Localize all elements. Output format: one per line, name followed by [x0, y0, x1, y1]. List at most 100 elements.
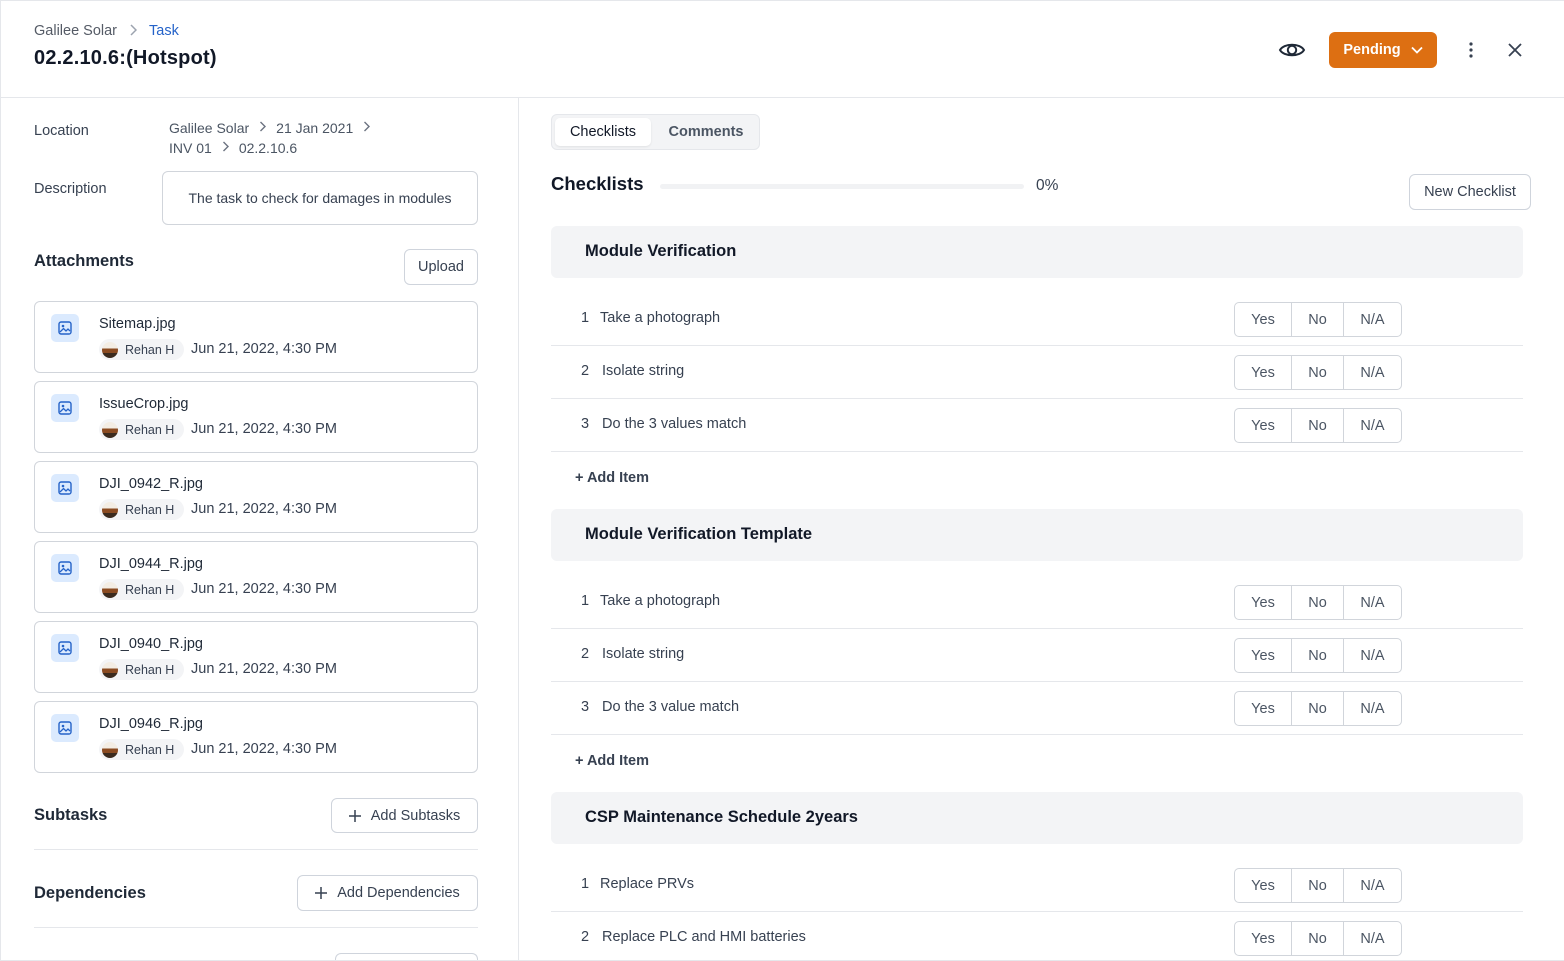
attachment-date: Jun 21, 2022, 4:30 PM [191, 741, 337, 757]
breadcrumb-current[interactable]: Task [149, 23, 179, 39]
answer-no-button[interactable]: No [1292, 869, 1344, 902]
uploader-name: Rehan H [125, 422, 175, 437]
item-number: 1 [581, 876, 590, 892]
tab-comments[interactable]: Comments [655, 118, 757, 146]
subtasks-title: Subtasks [34, 806, 108, 824]
attachment-name: DJI_0940_R.jpg [99, 636, 203, 652]
item-text: Replace PLC and HMI batteries [602, 929, 806, 945]
answer-no-button[interactable]: No [1292, 409, 1344, 442]
upload-button[interactable]: Upload [404, 249, 478, 285]
status-label: Pending [1343, 42, 1401, 58]
item-number: 1 [581, 310, 590, 326]
uploader-chip: Rehan H [99, 499, 185, 520]
add-dependencies-button[interactable]: Add Dependencies [297, 875, 478, 911]
image-file-icon [51, 714, 79, 742]
breadcrumb-root[interactable]: Galilee Solar [34, 23, 117, 39]
answer-yes-button[interactable]: Yes [1235, 409, 1292, 442]
checklist-progress-bar [660, 184, 1024, 189]
eye-icon [1278, 43, 1306, 57]
image-file-icon [51, 634, 79, 662]
avatar [102, 341, 118, 358]
answer-toggle: Yes No N/A [1234, 691, 1402, 726]
attachment-date: Jun 21, 2022, 4:30 PM [191, 501, 337, 517]
answer-yes-button[interactable]: Yes [1235, 639, 1292, 672]
page-title: 02.2.10.6:(Hotspot) [34, 47, 217, 69]
dependencies-title: Dependencies [34, 884, 146, 902]
more-options-button[interactable] [1457, 37, 1485, 63]
answer-na-button[interactable]: N/A [1344, 303, 1401, 336]
checklist-item: 3 Do the 3 value match Yes No N/A [551, 682, 1523, 735]
location-date[interactable]: 21 Jan 2021 [276, 120, 353, 136]
checklist-name: Module Verification [585, 242, 737, 260]
attachment-item[interactable]: IssueCrop.jpg Rehan H Jun 21, 2022, 4:30 P… [34, 381, 478, 453]
answer-na-button[interactable]: N/A [1344, 356, 1401, 389]
answer-toggle: Yes No N/A [1234, 408, 1402, 443]
chevron-right-icon [222, 141, 229, 155]
location-label: Location [34, 123, 89, 139]
attachment-item[interactable]: DJI_0946_R.jpg Rehan H Jun 21, 2022, 4:30 … [34, 701, 478, 773]
attachment-name: Sitemap.jpg [99, 316, 176, 332]
uploader-chip: Rehan H [99, 739, 185, 760]
item-text: Take a photograph [600, 310, 721, 326]
close-button[interactable] [1501, 37, 1529, 63]
answer-yes-button[interactable]: Yes [1235, 586, 1292, 619]
checklist-header[interactable]: Module Verification [551, 226, 1523, 278]
checklist-item: 2 Isolate string Yes No N/A [551, 346, 1523, 399]
attachment-item[interactable]: DJI_0944_R.jpg Rehan H Jun 21, 2022, 4:30 … [34, 541, 478, 613]
attachment-item[interactable]: Sitemap.jpg Rehan H Jun 21, 2022, 4:30 PM [34, 301, 478, 373]
add-item-button[interactable]: + Add Item [575, 753, 649, 769]
tab-checklists[interactable]: Checklists [555, 118, 651, 146]
attachment-date: Jun 21, 2022, 4:30 PM [191, 661, 337, 677]
avatar [102, 421, 118, 438]
item-text: Do the 3 values match [602, 416, 747, 432]
divider [34, 849, 478, 850]
progress-percent: 0% [1036, 177, 1059, 194]
location-inverter[interactable]: INV 01 [169, 140, 212, 156]
avatar [102, 741, 118, 758]
new-checklist-button[interactable]: New Checklist [1409, 174, 1531, 210]
add-item-button[interactable]: + Add Item [575, 470, 649, 486]
chevron-right-icon [363, 121, 371, 135]
answer-yes-button[interactable]: Yes [1235, 303, 1292, 336]
answer-na-button[interactable]: N/A [1344, 922, 1401, 955]
location-site[interactable]: Galilee Solar [169, 120, 249, 136]
answer-yes-button[interactable]: Yes [1235, 356, 1292, 389]
location-asset[interactable]: 02.2.10.6 [239, 140, 297, 156]
partial-button[interactable] [335, 953, 478, 960]
item-text: Do the 3 value match [602, 699, 740, 715]
answer-no-button[interactable]: No [1292, 356, 1344, 389]
answer-na-button[interactable]: N/A [1344, 692, 1401, 725]
answer-na-button[interactable]: N/A [1344, 639, 1401, 672]
checklist-item: 2 Isolate string Yes No N/A [551, 629, 1523, 682]
uploader-name: Rehan H [125, 742, 175, 757]
answer-no-button[interactable]: No [1292, 639, 1344, 672]
avatar [102, 501, 118, 518]
watch-button[interactable] [1277, 36, 1307, 64]
answer-yes-button[interactable]: Yes [1235, 692, 1292, 725]
add-dependencies-label: Add Dependencies [337, 885, 460, 901]
status-dropdown[interactable]: Pending [1329, 32, 1437, 68]
description-field[interactable]: The task to check for damages in modules [162, 171, 478, 225]
checklist-name: Module Verification Template [585, 525, 813, 543]
task-detail-panel: Galilee Solar Task 02.2.10.6:(Hotspot) P… [0, 0, 1564, 961]
location-path-line1: Galilee Solar 21 Jan 2021 [169, 120, 371, 136]
answer-no-button[interactable]: No [1292, 692, 1344, 725]
answer-no-button[interactable]: No [1292, 303, 1344, 336]
add-subtasks-label: Add Subtasks [370, 807, 461, 824]
attachment-item[interactable]: DJI_0940_R.jpg Rehan H Jun 21, 2022, 4:30 … [34, 621, 478, 693]
item-text: Isolate string [602, 646, 685, 662]
answer-na-button[interactable]: N/A [1344, 409, 1401, 442]
answer-yes-button[interactable]: Yes [1235, 922, 1292, 955]
image-file-icon [51, 394, 79, 422]
answer-na-button[interactable]: N/A [1344, 586, 1401, 619]
answer-yes-button[interactable]: Yes [1235, 869, 1292, 902]
checklist-header[interactable]: Module Verification Template [551, 509, 1523, 561]
add-subtasks-button[interactable]: Add Subtasks [331, 798, 478, 833]
answer-na-button[interactable]: N/A [1344, 869, 1401, 902]
checklist-header[interactable]: CSP Maintenance Schedule 2years [551, 792, 1523, 844]
attachment-item[interactable]: DJI_0942_R.jpg Rehan H Jun 21, 2022, 4:30 … [34, 461, 478, 533]
attachment-date: Jun 21, 2022, 4:30 PM [191, 341, 337, 357]
checklist-item: 1 Take a photograph Yes No N/A [551, 293, 1523, 346]
answer-no-button[interactable]: No [1292, 586, 1344, 619]
answer-no-button[interactable]: No [1292, 922, 1344, 955]
